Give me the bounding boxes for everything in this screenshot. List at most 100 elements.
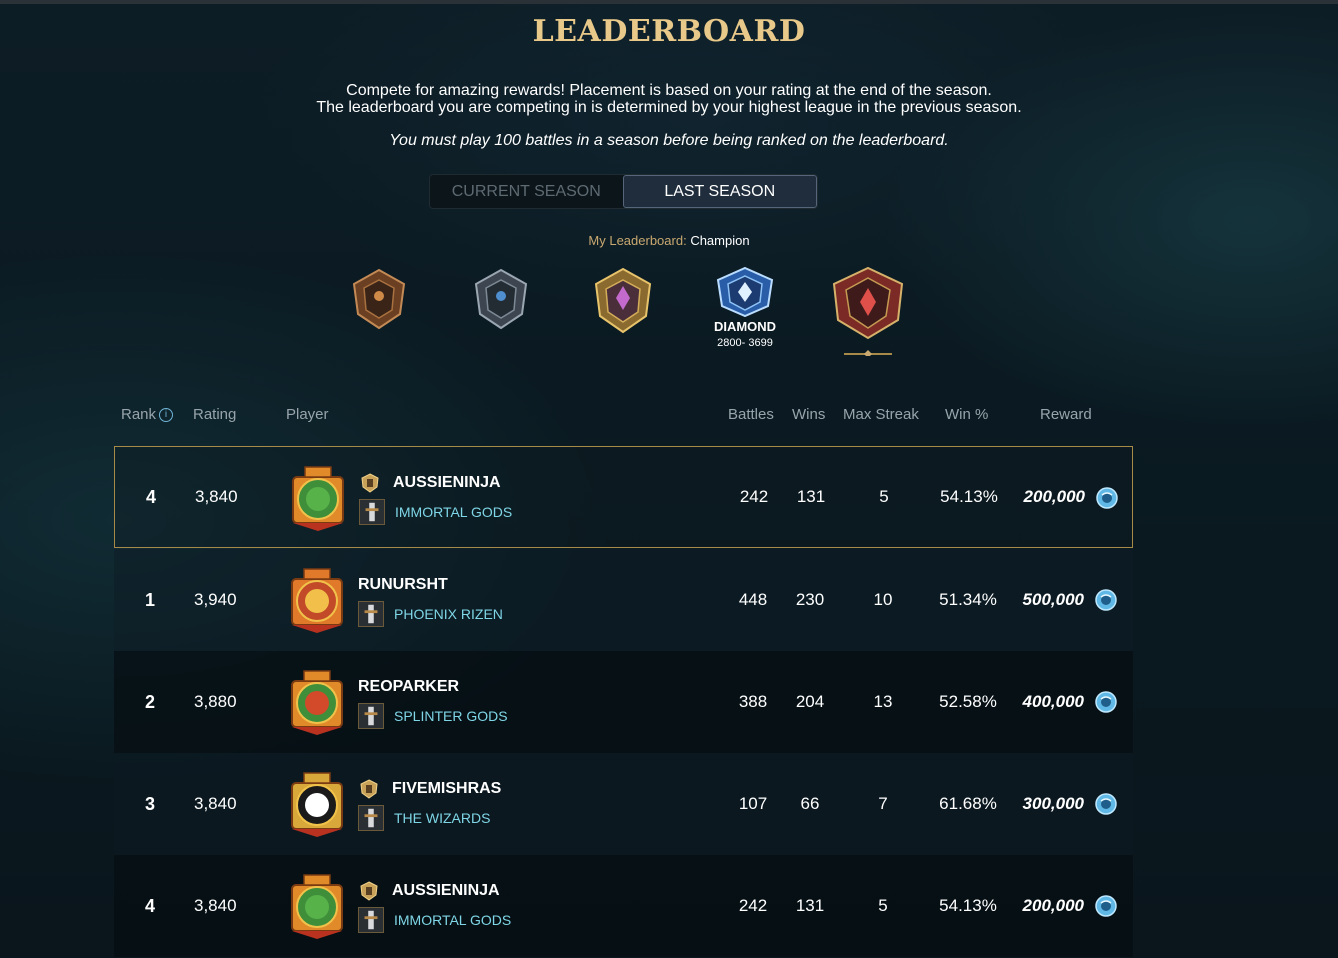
- skull-guild-icon: [358, 703, 384, 729]
- top-border: [0, 0, 1338, 4]
- my-leaderboard: My Leaderboard: Champion: [0, 233, 1338, 248]
- my-leaderboard-label: My Leaderboard:: [588, 233, 687, 248]
- guild-name[interactable]: THE WIZARDS: [394, 810, 490, 826]
- row-rating: 3,840: [195, 487, 238, 506]
- season-tabs: CURRENT SEASON LAST SEASON: [429, 174, 818, 209]
- row-battles: 107: [738, 794, 768, 813]
- row-wins: 66: [800, 794, 820, 813]
- sps-token-icon[interactable]: [1095, 895, 1117, 917]
- league-bronze[interactable]: [339, 266, 419, 356]
- row-battles: 242: [739, 487, 769, 506]
- leaderboard-row[interactable]: 1 3,940 RUNURSHT PHOENIX RIZEN 448 230 1…: [114, 549, 1133, 651]
- row-max-streak: 5: [878, 896, 888, 915]
- my-leaderboard-value: Champion: [690, 233, 750, 248]
- row-rank: 4: [145, 486, 156, 507]
- player-name[interactable]: FIVEMISHRAS: [392, 780, 501, 798]
- column-reward: Reward: [1040, 406, 1092, 423]
- row-win-pct: 51.34%: [939, 590, 997, 609]
- silver-league-icon: [474, 268, 528, 330]
- info-icon[interactable]: i: [159, 408, 174, 423]
- league-gold[interactable]: [583, 266, 663, 356]
- battle-requirement-note: You must play 100 battles in a season be…: [389, 132, 949, 149]
- row-rating: 3,840: [194, 896, 237, 915]
- league-name: DIAMOND: [713, 319, 777, 334]
- row-wins: 131: [796, 487, 826, 506]
- guild-name[interactable]: SPLINTER GODS: [394, 708, 508, 724]
- player-info: REOPARKER SPLINTER GODS: [358, 675, 698, 731]
- tab-current-season[interactable]: CURRENT SEASON: [430, 175, 623, 208]
- column-rank-label: Rank: [121, 406, 157, 423]
- row-max-streak: 5: [879, 487, 889, 506]
- sps-token-icon[interactable]: [1095, 691, 1117, 713]
- row-reward: 200,000: [1022, 896, 1084, 915]
- row-reward: 400,000: [1022, 692, 1084, 711]
- intro-text: Compete for amazing rewards! Placement i…: [0, 82, 1338, 116]
- row-rank: 4: [144, 895, 155, 916]
- player-name[interactable]: RUNURSHT: [358, 576, 448, 594]
- column-battles: Battles: [728, 406, 774, 423]
- orc-avatar-icon[interactable]: [286, 873, 348, 939]
- row-win-pct: 61.68%: [939, 794, 997, 813]
- row-battles: 388: [738, 692, 768, 711]
- row-reward: 300,000: [1022, 794, 1084, 813]
- row-max-streak: 10: [873, 590, 893, 609]
- shield-title-icon: [360, 881, 378, 901]
- column-player: Player: [286, 406, 329, 423]
- guild-name[interactable]: IMMORTAL GODS: [394, 912, 511, 928]
- row-max-streak: 13: [873, 692, 893, 711]
- row-reward: 200,000: [1023, 487, 1085, 506]
- champion-league-icon: [832, 266, 904, 356]
- page-title: LEADERBOARD: [532, 14, 806, 49]
- player-name[interactable]: AUSSIENINJA: [393, 474, 501, 492]
- sps-token-icon[interactable]: [1096, 487, 1118, 509]
- row-max-streak: 7: [878, 794, 888, 813]
- leaderboard-row[interactable]: 3 3,840 FIVEMISHRAS THE WIZARDS 107 66 7…: [114, 753, 1133, 855]
- bronze-league-icon: [352, 268, 406, 330]
- book-guild-icon: [358, 805, 384, 831]
- sps-token-icon[interactable]: [1095, 793, 1117, 815]
- column-rating: Rating: [193, 406, 237, 423]
- player-info: AUSSIENINJA IMMORTAL GODS: [359, 471, 699, 527]
- monster-mouth-avatar-icon[interactable]: [286, 771, 348, 837]
- jester-avatar-icon[interactable]: [286, 669, 348, 735]
- fire-skull-avatar-icon[interactable]: [286, 567, 348, 633]
- leaderboard-row[interactable]: 2 3,880 REOPARKER SPLINTER GODS 388 204 …: [114, 651, 1133, 753]
- player-name[interactable]: AUSSIENINJA: [392, 882, 500, 900]
- row-rank: 1: [144, 589, 155, 610]
- row-battles: 242: [738, 896, 768, 915]
- sword-guild-icon: [358, 907, 384, 933]
- player-info: RUNURSHT PHOENIX RIZEN: [358, 573, 698, 629]
- intro-line-2: The leaderboard you are competing in is …: [316, 99, 1022, 116]
- player-info: AUSSIENINJA IMMORTAL GODS: [358, 879, 698, 935]
- guild-name[interactable]: IMMORTAL GODS: [395, 504, 512, 520]
- row-win-pct: 52.58%: [939, 692, 997, 711]
- row-rating: 3,840: [194, 794, 237, 813]
- gold-league-icon: [594, 267, 652, 334]
- column-wins: Wins: [792, 406, 826, 423]
- leaderboard-row[interactable]: 4 3,840 AUSSIENINJA IMMORTAL GODS 242 13…: [114, 446, 1133, 548]
- row-rank: 2: [144, 691, 155, 712]
- row-rating: 3,940: [194, 590, 237, 609]
- leaderboard-row[interactable]: 4 3,840 AUSSIENINJA IMMORTAL GODS 242 13…: [114, 855, 1133, 957]
- row-rank: 3: [144, 793, 155, 814]
- row-win-pct: 54.13%: [939, 896, 997, 915]
- shield-title-icon: [361, 473, 379, 493]
- sword-guild-icon: [359, 499, 385, 525]
- diamond-league-icon: [716, 266, 774, 318]
- league-champion[interactable]: [828, 266, 908, 356]
- row-rating: 3,880: [194, 692, 237, 711]
- row-wins: 230: [795, 590, 825, 609]
- tab-last-season[interactable]: LAST SEASON: [622, 175, 817, 208]
- row-wins: 204: [795, 692, 825, 711]
- row-win-pct: 54.13%: [940, 487, 998, 506]
- player-name[interactable]: REOPARKER: [358, 678, 459, 696]
- league-silver[interactable]: [461, 266, 541, 356]
- intro-line-1: Compete for amazing rewards! Placement i…: [346, 82, 992, 99]
- league-diamond[interactable]: DIAMOND 2800- 3699: [705, 266, 785, 356]
- sps-token-icon[interactable]: [1095, 589, 1117, 611]
- guild-name[interactable]: PHOENIX RIZEN: [394, 606, 503, 622]
- row-reward: 500,000: [1022, 590, 1084, 609]
- row-wins: 131: [795, 896, 825, 915]
- orc-avatar-icon[interactable]: [287, 465, 349, 531]
- phoenix-guild-icon: [358, 601, 384, 627]
